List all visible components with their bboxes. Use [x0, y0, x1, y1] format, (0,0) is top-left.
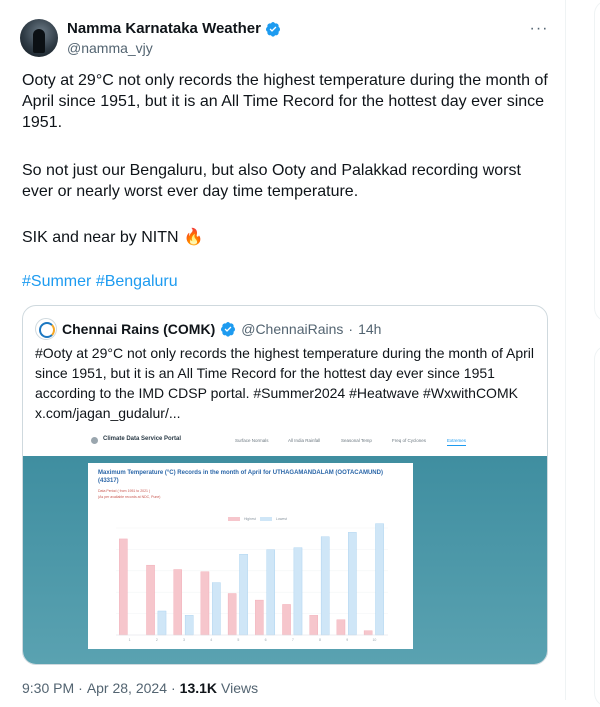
portal-header: Climate Data Service Portal Surface Norm…	[23, 426, 547, 456]
bar-highest-8	[309, 615, 318, 636]
x-tick-label: 5	[237, 638, 239, 642]
tweet-paragraph-3-text: SIK and near by NITN	[22, 229, 179, 246]
portal-nav-item: Freq of Cyclones	[392, 438, 427, 443]
quoted-tweet-text-body: #Ooty at 29°C not only records the highe…	[35, 345, 534, 421]
bar-highest-4	[200, 571, 210, 636]
chart-card: Maximum Temperature (°C) Records in the …	[88, 463, 413, 649]
meta-separator: ·	[170, 680, 176, 696]
x-tick-label: 1	[129, 638, 131, 642]
bar-highest-10	[363, 630, 373, 636]
hashtag-bengaluru[interactable]: #Bengaluru	[96, 273, 178, 290]
quoted-time: 14h	[358, 321, 382, 337]
verified-badge-icon	[265, 21, 280, 37]
portal-title: Climate Data Service Portal	[103, 436, 182, 442]
quoted-tweet-text: #Ooty at 29°C not only records the highe…	[35, 343, 540, 423]
x-tick-label: 8	[319, 638, 321, 642]
quoted-author-handle: @ChennaiRains	[241, 321, 344, 337]
x-tick-label: 7	[292, 638, 294, 642]
author-avatar[interactable]	[20, 19, 58, 57]
quoted-media-image[interactable]: Climate Data Service Portal Surface Norm…	[23, 426, 547, 664]
x-tick-label: 3	[183, 638, 185, 642]
bar-highest-3	[173, 569, 182, 636]
timeline-column: Namma Karnataka Weather @namma_vjy ··· O…	[0, 0, 566, 700]
hashtag-summer[interactable]: #Summer	[22, 273, 91, 290]
portal-content-band: Maximum Temperature (°C) Records in the …	[23, 456, 547, 664]
bar-lowest-2	[157, 610, 167, 636]
bar-lowest-9	[348, 532, 357, 636]
portal-nav-item: Surface Normals	[235, 438, 269, 443]
tweet-paragraph-2: So not just our Bengaluru, but also Ooty…	[22, 162, 521, 200]
bar-highest-7	[282, 604, 291, 636]
author-handle[interactable]: @namma_vjy	[67, 40, 281, 56]
tweet-meta: 9:30 PM · Apr 28, 2024 · 13.1K Views	[22, 680, 258, 696]
right-sidebar	[566, 0, 600, 707]
quoted-verified-badge-icon	[221, 322, 236, 337]
tweet-date[interactable]: Apr 28, 2024	[87, 680, 167, 696]
bar-highest-9	[336, 619, 346, 636]
bar-lowest-8	[320, 536, 330, 636]
tweet-paragraph-3: SIK and near by NITN 🔥	[22, 227, 203, 248]
sidebar-card	[594, 0, 600, 322]
meta-separator: ·	[78, 680, 83, 696]
bar-highest-6	[255, 599, 264, 636]
bar-lowest-4	[212, 582, 221, 636]
bar-lowest-6	[266, 549, 275, 636]
quoted-tweet[interactable]: Chennai Rains (COMK) @ChennaiRains · 14h…	[22, 305, 548, 665]
tweet-time[interactable]: 9:30 PM	[22, 680, 74, 696]
bar-lowest-10	[375, 523, 384, 636]
x-tick-label: 9	[346, 638, 348, 642]
more-options-icon[interactable]: ···	[528, 20, 550, 38]
bar-highest-5	[227, 593, 237, 636]
views-label: Views	[221, 680, 259, 696]
portal-nav-item-active: Extremes	[447, 438, 467, 446]
portal-logo-icon	[91, 437, 98, 444]
bar-highest-1	[119, 538, 128, 636]
x-tick-label: 4	[210, 638, 212, 642]
quoted-tweet-header: Chennai Rains (COMK) @ChennaiRains · 14h	[35, 318, 381, 340]
author-name[interactable]: Namma Karnataka Weather	[67, 20, 261, 37]
quoted-author-avatar	[35, 318, 57, 340]
views-count: 13.1K	[179, 680, 218, 696]
bar-lowest-3	[184, 615, 194, 636]
sidebar-card	[594, 345, 600, 707]
tweet-hashtags: #Summer #Bengaluru	[22, 271, 178, 292]
portal-nav-item: All India Rainfall	[288, 438, 321, 443]
bar-lowest-5	[239, 554, 248, 636]
quoted-separator: ·	[348, 321, 354, 337]
bar-chart: 1 2 3 4 5 6 7 8 9 10	[116, 523, 388, 642]
bar-lowest-7	[293, 547, 303, 636]
bar-highest-2	[146, 564, 155, 636]
author-block: Namma Karnataka Weather @namma_vjy	[67, 20, 281, 56]
fire-emoji-icon: 🔥	[183, 229, 204, 246]
x-tick-label: 6	[265, 638, 267, 642]
portal-nav-item: Seasonal Temp	[341, 438, 372, 443]
x-tick-label: 2	[156, 638, 158, 642]
quoted-author-name: Chennai Rains (COMK)	[62, 321, 216, 337]
tweet-paragraph-1: Ooty at 29°C not only records the highes…	[22, 72, 548, 131]
x-tick-label: 10	[372, 638, 376, 642]
